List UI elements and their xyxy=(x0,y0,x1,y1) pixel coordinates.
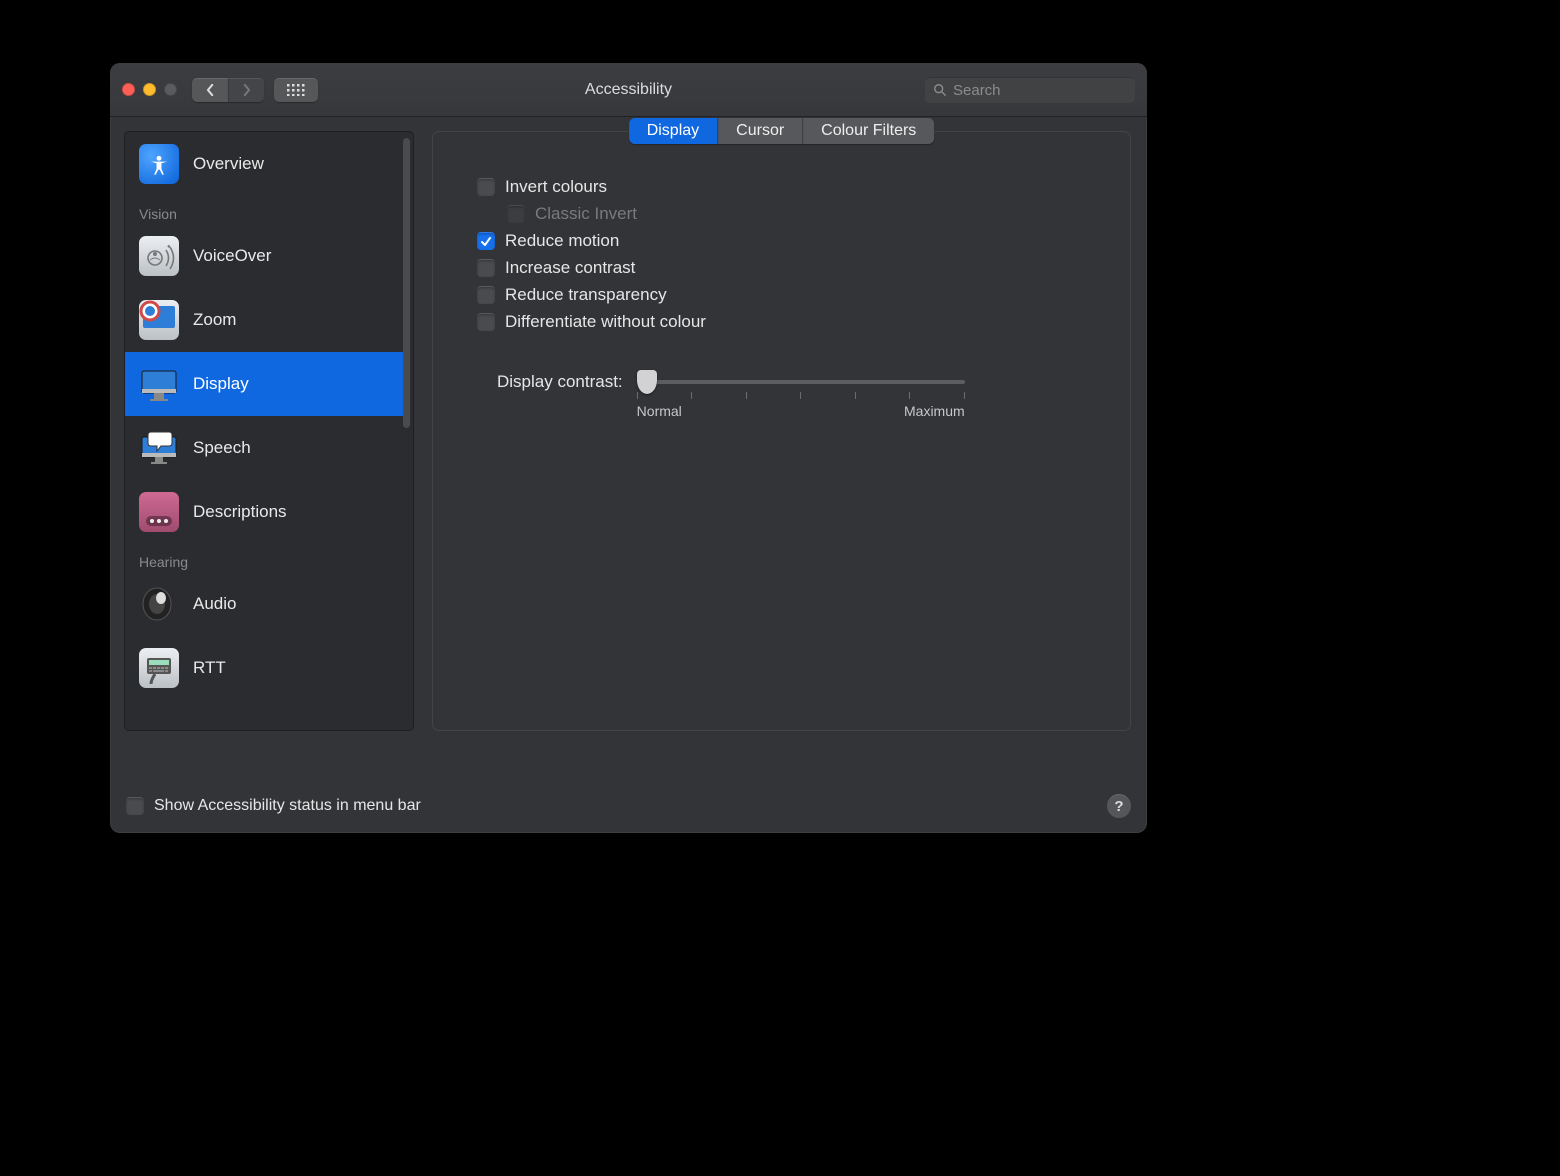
audio-icon xyxy=(139,584,179,624)
sidebar-item-label: Display xyxy=(193,374,249,394)
sidebar-item-speech[interactable]: Speech xyxy=(125,416,403,480)
display-icon xyxy=(139,364,179,404)
back-button[interactable] xyxy=(192,78,228,102)
slider-thumb[interactable] xyxy=(637,370,657,394)
descriptions-icon xyxy=(139,492,179,532)
search-field[interactable] xyxy=(925,77,1135,103)
show-all-prefs-button[interactable] xyxy=(274,78,318,102)
titlebar: Accessibility xyxy=(110,63,1147,117)
checkbox-reduce-motion[interactable]: Reduce motion xyxy=(477,231,1106,251)
voiceover-icon: ● xyxy=(139,236,179,276)
search-icon xyxy=(933,83,947,97)
sidebar-item-voiceover[interactable]: ● VoiceOver xyxy=(125,224,403,288)
sidebar-item-label: RTT xyxy=(193,658,226,678)
checkbox-label: Reduce transparency xyxy=(505,285,667,305)
sidebar-item-overview[interactable]: Overview xyxy=(125,132,403,196)
checkbox-label: Classic Invert xyxy=(535,204,637,224)
rtt-icon xyxy=(139,648,179,688)
sidebar[interactable]: Overview Vision ● VoiceOver Zoom xyxy=(124,131,414,731)
help-button[interactable]: ? xyxy=(1107,794,1131,818)
checkbox-show-status-menubar[interactable]: Show Accessibility status in menu bar xyxy=(126,797,421,815)
sidebar-item-display[interactable]: Display xyxy=(125,352,403,416)
sidebar-group-vision: Vision xyxy=(125,196,403,224)
checkbox-label: Show Accessibility status in menu bar xyxy=(154,797,421,815)
zoom-window-button[interactable] xyxy=(164,83,177,96)
close-window-button[interactable] xyxy=(122,83,135,96)
zoom-icon xyxy=(139,300,179,340)
minimize-window-button[interactable] xyxy=(143,83,156,96)
sidebar-item-label: Descriptions xyxy=(193,502,287,522)
display-contrast-row: Display contrast: Normal Maximum xyxy=(497,370,1106,419)
sidebar-item-audio[interactable]: Audio xyxy=(125,572,403,636)
checkbox-box xyxy=(507,205,525,223)
checkbox-box xyxy=(477,232,495,250)
checkbox-box xyxy=(477,313,495,331)
checkbox-label: Differentiate without colour xyxy=(505,312,706,332)
checkbox-reduce-transparency[interactable]: Reduce transparency xyxy=(477,285,1106,305)
slider-max-label: Maximum xyxy=(904,403,965,419)
forward-button[interactable] xyxy=(228,78,264,102)
checkbox-box xyxy=(477,259,495,277)
nav-buttons xyxy=(192,78,264,102)
speech-icon xyxy=(139,428,179,468)
check-icon xyxy=(480,236,492,248)
checkbox-box xyxy=(477,286,495,304)
checkbox-box xyxy=(126,797,144,815)
tab-colour-filters[interactable]: Colour Filters xyxy=(803,118,934,144)
checkbox-label: Invert colours xyxy=(505,177,607,197)
window-body: Overview Vision ● VoiceOver Zoom xyxy=(110,117,1147,779)
accessibility-window: Accessibility Overview Vision xyxy=(110,63,1147,833)
sidebar-item-label: Audio xyxy=(193,594,236,614)
slider-ticks xyxy=(637,392,965,399)
checkbox-classic-invert: Classic Invert xyxy=(507,204,1106,224)
checkbox-invert-colours[interactable]: Invert colours xyxy=(477,177,1106,197)
checkbox-box xyxy=(477,178,495,196)
tab-cursor[interactable]: Cursor xyxy=(718,118,803,144)
sidebar-item-rtt[interactable]: RTT xyxy=(125,636,403,700)
sidebar-scrollbar[interactable] xyxy=(403,138,410,428)
tab-bar: Display Cursor Colour Filters xyxy=(629,118,935,144)
sidebar-item-label: VoiceOver xyxy=(193,246,271,266)
grid-icon xyxy=(287,84,305,96)
search-input[interactable] xyxy=(953,82,1127,99)
slider-label: Display contrast: xyxy=(497,370,623,392)
sidebar-item-label: Speech xyxy=(193,438,251,458)
main-panel: Display Cursor Colour Filters Invert col… xyxy=(432,131,1131,731)
tab-display[interactable]: Display xyxy=(629,118,718,144)
slider-min-label: Normal xyxy=(637,403,682,419)
display-options: Invert colours Classic Invert Reduce mot… xyxy=(457,132,1106,419)
sidebar-item-label: Zoom xyxy=(193,310,236,330)
window-footer: Show Accessibility status in menu bar ? xyxy=(110,779,1147,833)
checkbox-increase-contrast[interactable]: Increase contrast xyxy=(477,258,1106,278)
sidebar-group-hearing: Hearing xyxy=(125,544,403,572)
checkbox-label: Increase contrast xyxy=(505,258,635,278)
accessibility-icon xyxy=(139,144,179,184)
sidebar-item-zoom[interactable]: Zoom xyxy=(125,288,403,352)
display-contrast-slider[interactable] xyxy=(637,380,965,384)
sidebar-item-descriptions[interactable]: Descriptions xyxy=(125,480,403,544)
sidebar-item-label: Overview xyxy=(193,154,264,174)
checkbox-differentiate-without-colour[interactable]: Differentiate without colour xyxy=(477,312,1106,332)
traffic-lights xyxy=(122,83,177,96)
checkbox-label: Reduce motion xyxy=(505,231,619,251)
svg-text:●: ● xyxy=(167,244,171,250)
